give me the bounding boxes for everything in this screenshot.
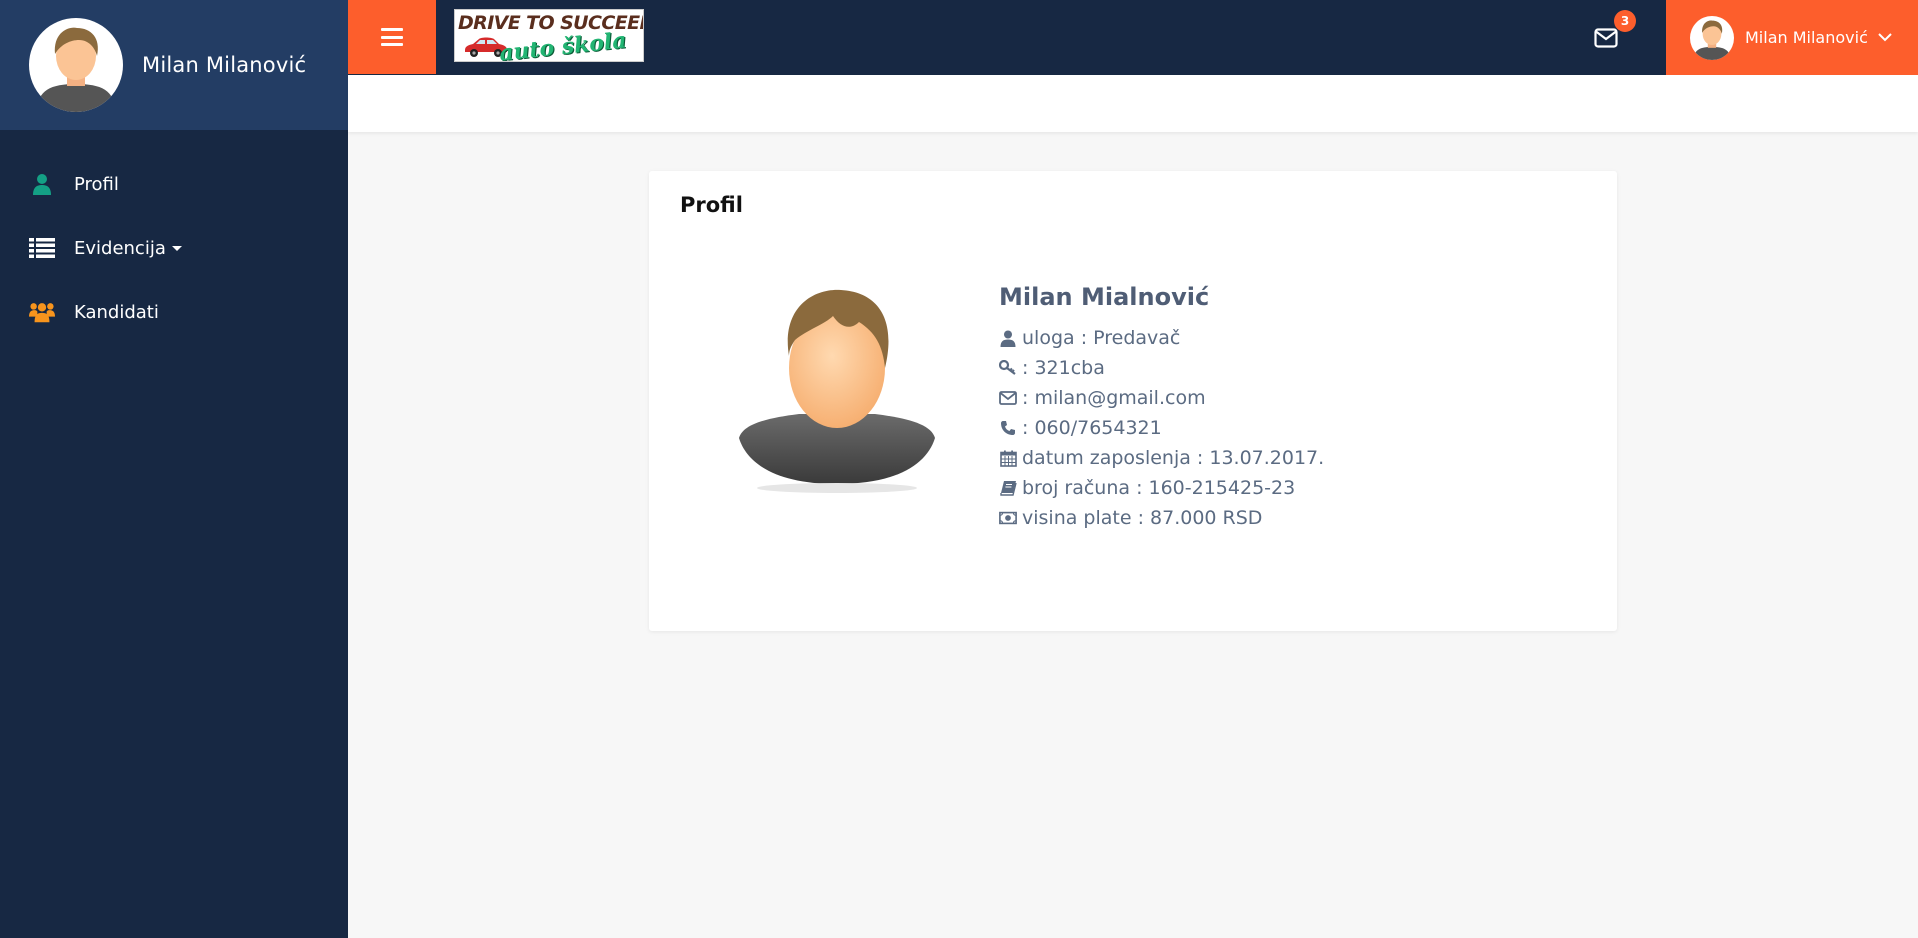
employment-date-text: datum zaposlenja : 13.07.2017.: [1022, 447, 1325, 469]
email-text: : milan@gmail.com: [1022, 387, 1206, 409]
email-row: : milan@gmail.com: [999, 383, 1324, 413]
sidebar-item-kandidati[interactable]: Kandidati: [0, 280, 348, 344]
envelope-icon: [1594, 28, 1618, 48]
password-row: : 321cba: [999, 353, 1324, 383]
salary-row: visina plate : 87.000 RSD: [999, 503, 1324, 533]
password-text: : 321cba: [1022, 357, 1105, 379]
sidebar-nav: Profil Evidencija Kandidati: [0, 152, 348, 344]
avatar: [29, 18, 123, 112]
user-icon: [29, 171, 55, 197]
sub-header-bar: [348, 75, 1918, 132]
hamburger-icon: [381, 28, 403, 46]
role-text: uloga : Predavač: [1022, 327, 1181, 349]
profile-card: Profil Milan Mialnović uloga : Predavač …: [649, 171, 1617, 631]
caret-down-icon: [171, 245, 182, 251]
envelope-icon: [999, 389, 1017, 407]
profile-name: Milan Mialnović: [999, 283, 1210, 311]
avatar: [1690, 15, 1734, 60]
menu-toggle-button[interactable]: [348, 0, 436, 74]
money-icon: [999, 509, 1017, 527]
sidebar-item-label: Evidencija: [74, 237, 166, 259]
account-number-text: broj računa : 160-215425-23: [1022, 477, 1296, 499]
phone-text: : 060/7654321: [1022, 417, 1162, 439]
sidebar-user-panel: Milan Milanović: [0, 0, 348, 130]
calendar-icon: [999, 449, 1017, 467]
profile-info: Milan Mialnović uloga : Predavač : 321cb…: [999, 283, 1324, 533]
logo[interactable]: DRIVE TO SUCCEED auto škola: [454, 9, 644, 62]
sidebar-username: Milan Milanović: [142, 53, 307, 77]
key-icon: [999, 359, 1017, 377]
account-number-row: broj računa : 160-215425-23: [999, 473, 1324, 503]
sidebar-item-evidencija[interactable]: Evidencija: [0, 216, 348, 280]
employment-date-row: datum zaposlenja : 13.07.2017.: [999, 443, 1324, 473]
messages-count-badge: 3: [1614, 10, 1636, 32]
topbar: DRIVE TO SUCCEED auto škola 3 Milan Mila…: [348, 0, 1918, 75]
sidebar-item-label: Profil: [74, 173, 119, 195]
salary-text: visina plate : 87.000 RSD: [1022, 507, 1263, 529]
profile-avatar: [737, 278, 937, 498]
user-menu-name: Milan Milanović: [1745, 28, 1868, 47]
card-title: Profil: [680, 193, 743, 217]
sidebar-item-label: Kandidati: [74, 301, 159, 323]
phone-row: : 060/7654321: [999, 413, 1324, 443]
sidebar: Milan Milanović Profil Evidencija Kandid…: [0, 0, 348, 938]
user-menu-dropdown[interactable]: Milan Milanović: [1666, 0, 1918, 75]
users-icon: [29, 299, 55, 325]
role-row: uloga : Predavač: [999, 323, 1324, 353]
phone-icon: [999, 419, 1017, 437]
chevron-down-icon: [1878, 33, 1892, 42]
user-icon: [999, 329, 1017, 347]
book-icon: [999, 479, 1017, 497]
list-icon: [29, 235, 55, 261]
sidebar-item-profil[interactable]: Profil: [0, 152, 348, 216]
